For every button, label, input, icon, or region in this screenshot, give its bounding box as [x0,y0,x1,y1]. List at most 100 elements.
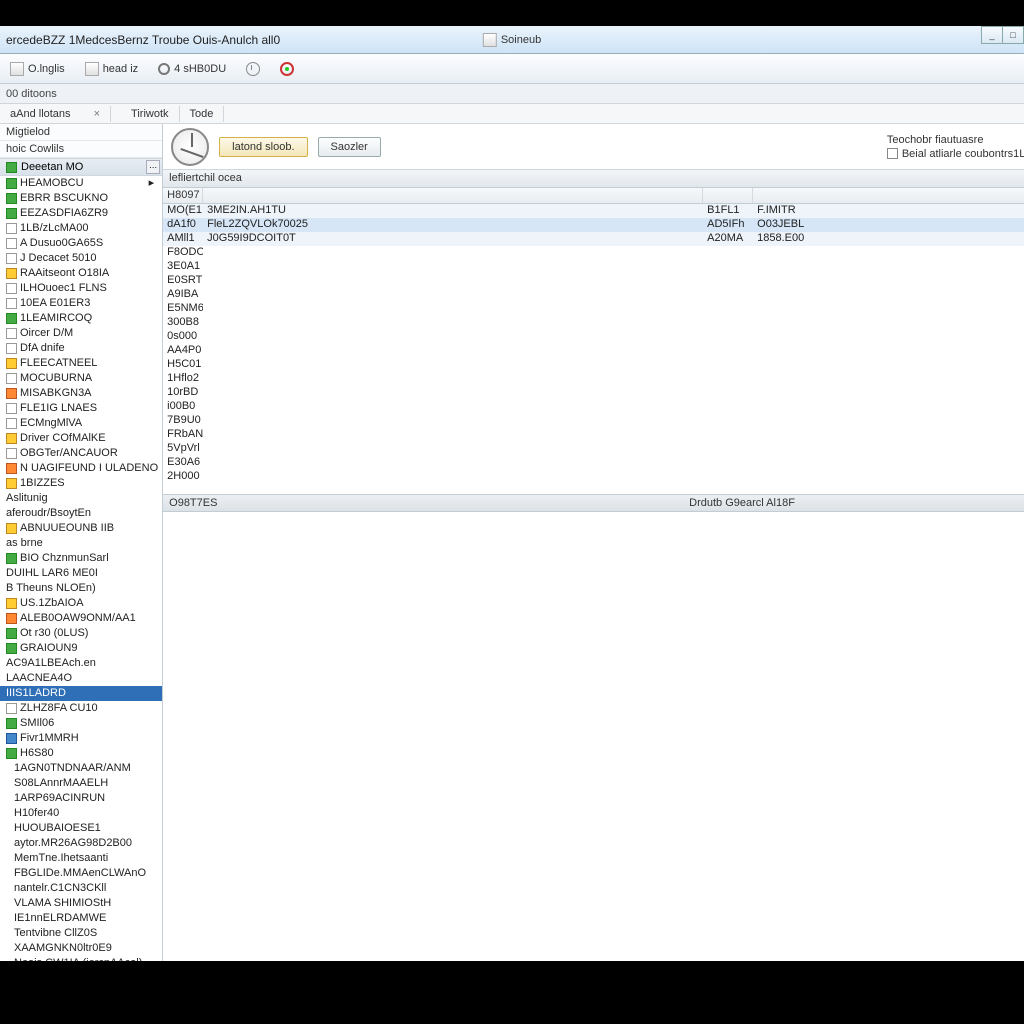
tab-3[interactable]: Tode [180,106,225,122]
tree-item[interactable]: H10fer40 [0,806,162,821]
grid-row[interactable]: MO(E13ME2IN.AH1TUB1FL1F.IMITR [163,204,1024,218]
tree-item[interactable]: ABNUUEOUNB IIB [0,521,162,536]
tree-item[interactable]: US.1ZbAIOA [0,596,162,611]
tree-item[interactable]: EBRR BSCUKNO [0,191,162,206]
grid-row[interactable]: F8ODO [163,246,1024,260]
grid-row[interactable]: FRbAN1 [163,428,1024,442]
tree-item[interactable]: 1LB/zLcMA00 [0,221,162,236]
tree-item[interactable]: Aslitunig [0,491,162,506]
toolbar-btn-1[interactable]: O.lnglis [4,60,71,78]
grid-row[interactable]: 2H000 [163,470,1024,484]
grid-row[interactable]: E0SRTI [163,274,1024,288]
module-icon [6,298,17,309]
grid-row[interactable]: i00B0 [163,400,1024,414]
tree-item[interactable]: 1BIZZES [0,476,162,491]
sidebar-section-1[interactable]: Migtielod [0,124,162,141]
tree-item[interactable]: LAACNEA4O [0,671,162,686]
grid-col-1[interactable]: H8097 [163,188,203,203]
tree-item[interactable]: 1LEAMIRCOQ [0,311,162,326]
sidebar-header-menu[interactable]: ⋯ [146,160,160,174]
tree-item[interactable]: Driver COfMAlKE [0,431,162,446]
tree-item[interactable]: SMIl06 [0,716,162,731]
close-icon[interactable]: × [94,108,100,120]
tree-item[interactable]: FLEECATNEEL [0,356,162,371]
tree-item[interactable]: H6S80 [0,746,162,761]
tab-1[interactable]: aAnd llotans × [0,106,111,122]
tree-item[interactable]: B Theuns NLOEn) [0,581,162,596]
tree-item[interactable]: ALEB0OAW9ONM/AA1 [0,611,162,626]
grid-row[interactable]: 5VpVrl [163,442,1024,456]
toolbar-btn-2[interactable]: head iz [79,60,144,78]
grid-row[interactable]: 3E0A1 [163,260,1024,274]
grid-row[interactable]: AMll1J0G59I9DCOIT0TA20MA1858.E00 [163,232,1024,246]
titlebar[interactable]: ercedeBZZ 1MedcesBernz Troube Ouis-Anulc… [0,26,1024,54]
tree-item[interactable]: Neais CW1IA (jercnAAcol) [0,956,162,961]
maximize-button[interactable]: □ [1002,26,1024,44]
tree-item[interactable]: N UAGIFEUND I ULADENO [0,461,162,476]
data-grid[interactable]: MO(E13ME2IN.AH1TUB1FL1F.IMITRdA1f0FleL2Z… [163,204,1024,494]
tree-item[interactable]: BIO ChznmunSarl [0,551,162,566]
grid-row[interactable]: 1Hflo2 [163,372,1024,386]
tree-item[interactable]: aytor.MR26AG98D2B00 [0,836,162,851]
tree-item[interactable]: Ot r30 (0LUS) [0,626,162,641]
tree-item[interactable]: DfA dnife [0,341,162,356]
window-title: ercedeBZZ 1MedcesBernz Troube Ouis-Anulc… [6,33,280,47]
control-checkbox-row[interactable]: Beial atliarle coubontrs1Le) [887,147,1024,161]
tree-item[interactable]: 10EA E01ER3 [0,296,162,311]
tree-item[interactable]: IIIS1LADRD [0,686,162,701]
checkbox-icon[interactable] [887,148,898,159]
tree-item[interactable]: FBGLIDe.MMAenCLWAnO [0,866,162,881]
tree-item[interactable]: FLE1IG LNAES [0,401,162,416]
toolbar-btn-target[interactable] [274,60,300,78]
tree-item[interactable]: HEAMOBCU▸ [0,176,162,191]
sidebar-section-2[interactable]: hoic Cowlils [0,141,162,158]
toolbar-btn-3[interactable]: 4 sHB0DU [152,61,232,77]
tree-item[interactable]: HUOUBAIOESE1 [0,821,162,836]
tree-item[interactable]: S08LAnnrMAAELH [0,776,162,791]
tree-item[interactable]: 1ARP69ACINRUN [0,791,162,806]
grid-row[interactable]: 0s000 [163,330,1024,344]
minimize-button[interactable]: _ [981,26,1003,44]
tree-item[interactable]: DUIHL LAR6 ME0I [0,566,162,581]
grid-header[interactable]: H8097 [163,188,1024,204]
tree-item[interactable]: nantelr.C1CN3CKll [0,881,162,896]
tree-item[interactable]: MOCUBURNA [0,371,162,386]
grid-row[interactable]: H5C01 [163,358,1024,372]
tree-item[interactable]: EEZASDFIA6ZR9 [0,206,162,221]
toolbar-btn-clock[interactable] [240,60,266,78]
tree-item[interactable]: GRAIOUN9 [0,641,162,656]
tree-item[interactable]: as brne [0,536,162,551]
tree-item[interactable]: Oircer D/M [0,326,162,341]
navigation-tree[interactable]: HEAMOBCU▸EBRR BSCUKNOEEZASDFIA6ZR91LB/zL… [0,176,162,961]
tree-item[interactable]: aferoudr/BsoytEn [0,506,162,521]
grid-row[interactable]: E30A6 [163,456,1024,470]
tab-2[interactable]: Tiriwotk [121,106,179,122]
tree-item[interactable]: RAAitseont O18IA [0,266,162,281]
tree-item[interactable]: ILHOuoec1 FLNS [0,281,162,296]
detail-header[interactable]: O98T7ES Drdutb G9earcl Al18F 31 ⊞ [163,494,1024,512]
sidebar-header[interactable]: Deeetan MO ⋯ [0,158,162,176]
tree-item[interactable]: ZLHZ8FA CU10 [0,701,162,716]
grid-row[interactable]: 7B9U0 [163,414,1024,428]
grid-row[interactable]: E5NM6 [163,302,1024,316]
tree-item[interactable]: OBGTer/ANCAUOR [0,446,162,461]
tree-item[interactable]: ECMngMlVA [0,416,162,431]
grid-row[interactable]: A9IBA [163,288,1024,302]
tree-item[interactable]: 1AGN0TNDNAAR/ANM [0,761,162,776]
grid-row[interactable]: 10rBD [163,386,1024,400]
primary-action-button[interactable]: latond sloob. [219,137,307,157]
tree-item[interactable]: MemTne.Ihetsaanti [0,851,162,866]
grid-row[interactable]: dA1f0FleL2ZQVLOk70025AD5IFhO03JEBL [163,218,1024,232]
secondary-action-button[interactable]: Saozler [318,137,381,157]
tree-item[interactable]: A Dusuo0GA65S [0,236,162,251]
tree-item[interactable]: AC9A1LBEAch.en [0,656,162,671]
tree-item[interactable]: IE1nnELRDAMWE [0,911,162,926]
grid-row[interactable]: 300B8 [163,316,1024,330]
tree-item[interactable]: Fivr1MMRH [0,731,162,746]
tree-item[interactable]: XAAMGNKN0ltr0E9 [0,941,162,956]
tree-item[interactable]: MISABKGN3A [0,386,162,401]
tree-item[interactable]: Tentvibne CllZ0S [0,926,162,941]
tree-item[interactable]: J Decacet 5010 [0,251,162,266]
grid-row[interactable]: AA4P0 [163,344,1024,358]
tree-item[interactable]: VLAMA SHIMIOStH [0,896,162,911]
